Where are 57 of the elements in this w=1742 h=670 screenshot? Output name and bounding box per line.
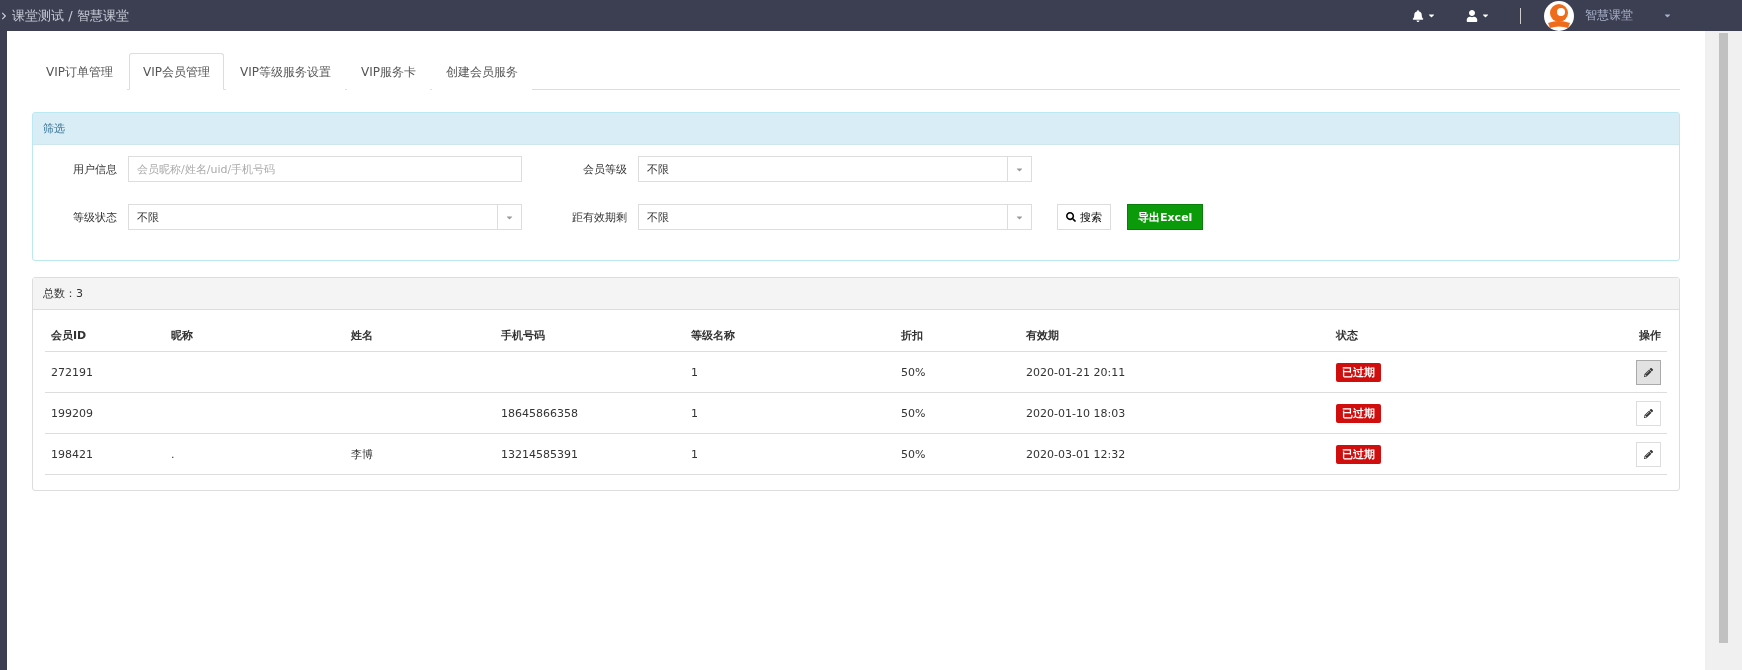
export-button[interactable]: 导出Excel: [1127, 204, 1204, 230]
total-count: 总数：3: [33, 278, 1679, 310]
table-cell: 1: [691, 406, 698, 420]
table-cell: 2020-01-21 20:11: [1026, 365, 1126, 379]
scrollbar[interactable]: [1705, 31, 1742, 670]
select-field[interactable]: 不限: [128, 204, 522, 230]
chevron-icon: [0, 11, 8, 20]
column-header: 会员ID: [45, 320, 165, 352]
field-label: 距有效期剩: [571, 209, 627, 225]
user-icon: [1466, 9, 1478, 22]
table-cell: 50%: [901, 365, 926, 379]
table-cell: 50%: [901, 406, 926, 420]
bell-icon: [1412, 9, 1424, 22]
column-header: 状态: [1330, 320, 1607, 352]
caret-icon[interactable]: [1663, 11, 1672, 20]
select-field[interactable]: 不限: [638, 204, 1032, 230]
column-header: 昵称: [165, 320, 345, 352]
search-icon: [1066, 212, 1076, 222]
field-label: 会员等级: [582, 161, 627, 177]
notifications-button[interactable]: [1412, 9, 1436, 22]
caret-icon: [1427, 11, 1436, 20]
field-label: 等级状态: [72, 209, 117, 225]
table-cell: 199209: [51, 406, 93, 420]
table-cell: 13214585391: [501, 447, 578, 461]
caret-icon: [1481, 11, 1490, 20]
breadcrumb: 课堂测试 / 智慧课堂: [12, 6, 129, 25]
search-button[interactable]: 搜索: [1057, 204, 1111, 230]
input-field[interactable]: 会员昵称/姓名/uid/手机号码: [128, 156, 522, 182]
column-header: 姓名: [345, 320, 495, 352]
table-cell: 李博: [351, 447, 373, 461]
table-cell: 50%: [901, 447, 926, 461]
table-cell: 198421: [51, 447, 93, 461]
status-badge: 已过期: [1336, 444, 1381, 464]
table-cell: 2020-03-01 12:32: [1026, 447, 1126, 461]
column-header: 有效期: [1020, 320, 1330, 352]
table-cell: 2020-01-10 18:03: [1026, 406, 1126, 420]
column-header: 等级名称: [685, 320, 895, 352]
account-name: 智慧课堂: [1585, 7, 1634, 24]
edit-button[interactable]: [1636, 359, 1661, 385]
pencil-icon: [1644, 367, 1653, 377]
table-cell: 1: [691, 365, 698, 379]
table-cell: 1: [691, 447, 698, 461]
user-menu-button[interactable]: [1466, 9, 1490, 22]
table-cell: 18645866358: [501, 406, 578, 420]
table-cell: 272191: [51, 365, 93, 379]
tab[interactable]: VIP会员管理: [129, 53, 224, 90]
table-cell: .: [171, 447, 175, 461]
select-field[interactable]: 不限: [638, 156, 1032, 182]
pencil-icon: [1644, 449, 1653, 459]
field-label: 用户信息: [72, 161, 117, 177]
column-header: 操作: [1607, 320, 1667, 352]
status-badge: 已过期: [1336, 403, 1381, 423]
panel-title: 筛选: [33, 113, 1679, 145]
pencil-icon: [1644, 408, 1653, 418]
status-badge: 已过期: [1336, 362, 1381, 382]
column-header: 手机号码: [495, 320, 685, 352]
column-header: 折扣: [895, 320, 1020, 352]
